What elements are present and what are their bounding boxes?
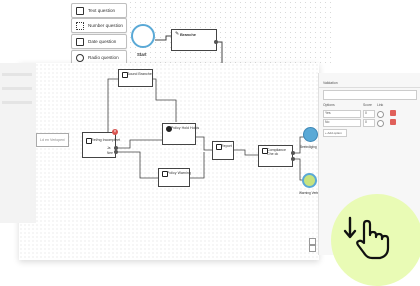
- options-label: Options: [323, 103, 335, 107]
- score-column-header: Score: [363, 103, 372, 107]
- zoom-out-button[interactable]: [309, 245, 316, 252]
- option-value: Yes: [325, 111, 331, 115]
- score-value: 0: [365, 111, 367, 115]
- node-title: Report: [221, 144, 232, 148]
- link-radio[interactable]: [377, 119, 384, 127]
- option-value: No: [325, 120, 330, 124]
- close-icon[interactable]: ×: [112, 129, 118, 135]
- sidebar-text-field[interactable]: [323, 90, 417, 100]
- node-title: Ref/ng Incompleet: [91, 138, 121, 142]
- port-ja-label: Ja: [107, 146, 111, 150]
- node-title: Sound Branche: [127, 72, 152, 76]
- report-node[interactable]: Report: [212, 141, 234, 160]
- delete-option-button[interactable]: [390, 119, 396, 125]
- compliance-port-bottom[interactable]: [291, 157, 295, 161]
- zoom-in-button[interactable]: [309, 238, 316, 245]
- sound-branche-node[interactable]: Sound Branche: [118, 69, 153, 87]
- link-radio[interactable]: [377, 110, 384, 118]
- end-node-bottom[interactable]: [302, 173, 317, 188]
- port-nee-label: Nee: [107, 151, 113, 155]
- policy-hold-node[interactable]: Policy Hold Holds: [162, 123, 200, 145]
- node-title: Policy Hold Holds: [171, 126, 200, 130]
- end-node-top-label: Beeindiging: [300, 145, 317, 149]
- sidebar-divider: [319, 87, 420, 88]
- end-node-top[interactable]: [303, 127, 318, 142]
- score-value: 0: [365, 120, 367, 124]
- end-node-bottom-label: Warning Verb: [299, 191, 319, 195]
- node-title: Ld en Verlopen/: [40, 138, 66, 142]
- left-node[interactable]: Ld en Verlopen/: [36, 133, 69, 147]
- reference-port-nee[interactable]: [114, 150, 118, 154]
- reference-node[interactable]: Ref/ng Incompleet Ja Nee: [82, 132, 120, 158]
- sidebar-title: Validation: [323, 81, 338, 85]
- link-column-header: Link: [377, 103, 384, 107]
- node-title: Compliance Che ck: [267, 148, 286, 156]
- compliance-node[interactable]: Compliance Che ck: [258, 145, 293, 167]
- delete-option-button[interactable]: [390, 110, 396, 116]
- compliance-port-top[interactable]: [291, 151, 295, 155]
- node-title: Policy Warning: [167, 171, 191, 175]
- policy-warning-node[interactable]: Policy Warning: [158, 168, 191, 187]
- hand-scroll-icon: [343, 216, 390, 260]
- add-option-button[interactable]: + Add option: [323, 129, 347, 137]
- add-option-label: + Add option: [325, 130, 342, 135]
